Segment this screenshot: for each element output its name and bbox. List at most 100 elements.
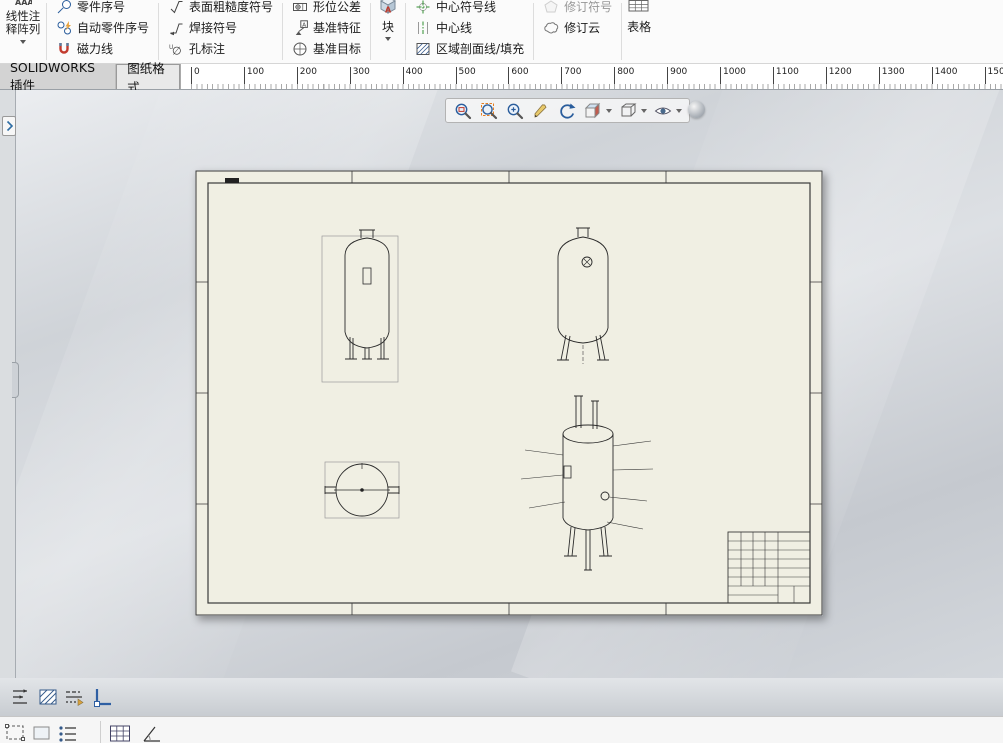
hole-callout-button[interactable]: U ∅ 孔标注 [164, 38, 277, 59]
zoom-to-area-icon[interactable] [479, 101, 499, 121]
auto-balloon-label: 自动零件序号 [77, 21, 150, 35]
hole-callout-label: 孔标注 [189, 42, 226, 56]
3d-drawing-view-icon[interactable] [583, 101, 603, 121]
expand-panel-button[interactable] [2, 116, 16, 136]
balloon-label: 零件序号 [77, 0, 126, 14]
dropdown-caret-icon[interactable] [676, 108, 682, 113]
zoom-to-fit-icon[interactable] [453, 101, 473, 121]
revision-symbol-label: 修订符号 [564, 0, 613, 14]
dropdown-caret-icon[interactable] [385, 37, 392, 41]
line-format-toolbar [0, 678, 1003, 716]
dropdown-caret-icon[interactable] [606, 108, 612, 113]
zoom-in-out-icon[interactable] [505, 101, 525, 121]
datum-feature-button[interactable]: A 基准特征 [288, 17, 365, 38]
geometric-tolerance-label: 形位公差 [313, 0, 362, 14]
drawing-viewport[interactable] [0, 90, 1003, 678]
area-hatch-label: 区域剖面线/填充 [436, 42, 525, 56]
revision-cloud-button[interactable]: 修订云 [539, 17, 616, 38]
document-tabs: SOLIDWORKS 插件 图纸格式 [0, 60, 180, 95]
item-list-icon[interactable] [56, 722, 80, 743]
angle-measure-icon[interactable] [140, 722, 164, 743]
area-hatch-button[interactable]: 区域剖面线/填充 [411, 38, 528, 59]
dropdown-caret-icon[interactable] [20, 40, 26, 44]
weld-symbol-button[interactable]: 焊接符号 [164, 17, 277, 38]
line-arrows-icon[interactable] [8, 685, 32, 709]
ribbon-group-balloons: 零件序号 自动零件序号 磁力线 [47, 0, 158, 63]
ruler: 0 100 200 300 400 500 600 700 800 900 1000 1100 1200… [180, 64, 1003, 89]
ruler-tick: 500 [455, 67, 476, 84]
ribbon-group-centerlines: 中心符号线 中心线 区域剖面线/填充 [406, 0, 533, 63]
edit-appearance-icon[interactable] [688, 101, 705, 118]
weld-symbol-label: 焊接符号 [189, 21, 238, 35]
ruler-tick: 1300 [878, 67, 905, 84]
tables-button[interactable]: 表格 [622, 0, 656, 63]
tab-sheet-format[interactable]: 图纸格式 [116, 61, 180, 95]
revision-cloud-icon [543, 20, 560, 36]
magnetic-line-button[interactable]: 磁力线 [52, 38, 153, 59]
revision-symbol-icon [543, 0, 560, 15]
center-mark-button[interactable]: 中心符号线 [411, 0, 528, 17]
line-style-icon[interactable] [62, 685, 86, 709]
tab-label: SOLIDWORKS 插件 [10, 59, 96, 93]
ruler-tick: 1200 [825, 67, 852, 84]
tables-label: 表格 [627, 20, 652, 34]
surface-finish-button[interactable]: 表面粗糙度符号 [164, 0, 277, 17]
dashed-rect-icon[interactable] [4, 722, 28, 743]
datum-target-icon [292, 41, 309, 57]
annotation-ribbon: AAA 线性注 释阵列 零件序号 自动零件序号 磁力线 表面粗糙度符号 焊接符号… [0, 0, 1003, 64]
ribbon-button-linear-note-pattern[interactable]: AAA 线性注 释阵列 [0, 0, 46, 63]
datum-feature-icon: A [292, 19, 309, 36]
centerline-label: 中心线 [436, 21, 473, 35]
magnetic-line-label: 磁力线 [77, 42, 114, 56]
magnetic-line-icon [56, 41, 73, 57]
datum-target-button[interactable]: 基准目标 [288, 38, 365, 59]
svg-text:∅: ∅ [172, 44, 182, 57]
revision-symbol-button[interactable]: 修订符号 [539, 0, 616, 17]
ribbon-group-revisions: 修订符号 修订云 [534, 0, 621, 63]
corner-bracket-icon[interactable] [90, 685, 114, 709]
ruler-tick: 1000 [720, 67, 746, 84]
datum-target-label: 基准目标 [313, 42, 362, 56]
weld-symbol-icon [168, 20, 185, 36]
auto-balloon-button[interactable]: 自动零件序号 [52, 17, 153, 38]
rotate-view-icon[interactable] [557, 101, 577, 121]
dropdown-caret-icon[interactable] [641, 108, 647, 113]
ribbon-group-datums: 形位公差 A 基准特征 基准目标 [283, 0, 370, 63]
surface-finish-label: 表面粗糙度符号 [189, 0, 274, 14]
ruler-tick: 600 [508, 67, 529, 84]
drawing-sheet[interactable] [195, 170, 823, 616]
svg-text:AAA: AAA [15, 0, 32, 7]
svg-text:A: A [385, 6, 392, 15]
balloon-button[interactable]: 零件序号 [52, 0, 153, 17]
hatch-pattern-icon[interactable] [36, 685, 60, 709]
block-label: 块 [382, 20, 395, 34]
surface-finish-icon [168, 0, 185, 15]
grid-table-icon[interactable] [108, 722, 132, 743]
sheet-corner-mark [225, 178, 239, 183]
toolbar-separator [100, 721, 101, 743]
block-button[interactable]: A 块 [371, 0, 405, 63]
ruler-tick: 400 [402, 67, 423, 84]
ruler-tick: 300 [349, 67, 370, 84]
svg-text:A: A [302, 22, 306, 28]
geometric-tolerance-button[interactable]: 形位公差 [288, 0, 365, 17]
block-icon: A [376, 0, 400, 16]
ruler-tick: 100 [243, 67, 264, 84]
area-hatch-icon [415, 41, 432, 57]
center-mark-icon [415, 0, 432, 15]
table-icon [627, 0, 651, 16]
rect-icon[interactable] [30, 722, 54, 743]
tab-solidworks-addins[interactable]: SOLIDWORKS 插件 [0, 60, 117, 93]
panel-splitter-grip[interactable] [12, 362, 19, 398]
ribbon-group-symbols: 表面粗糙度符号 焊接符号 U ∅ 孔标注 [159, 0, 282, 63]
chevron-right-icon [6, 120, 13, 132]
geometric-tolerance-icon [292, 0, 309, 15]
ruler-tick: 1100 [772, 67, 799, 84]
hole-callout-icon: U ∅ [168, 41, 185, 57]
edit-sheet-format-icon[interactable] [531, 101, 551, 121]
ruler-tick: 900 [667, 67, 687, 84]
view-orientation-icon[interactable] [618, 101, 638, 121]
centerline-button[interactable]: 中心线 [411, 17, 528, 38]
document-tab-bar: SOLIDWORKS 插件 图纸格式 0 100 200 300 400 500 600 70… [0, 60, 1003, 95]
hide-show-items-icon[interactable] [653, 101, 673, 121]
